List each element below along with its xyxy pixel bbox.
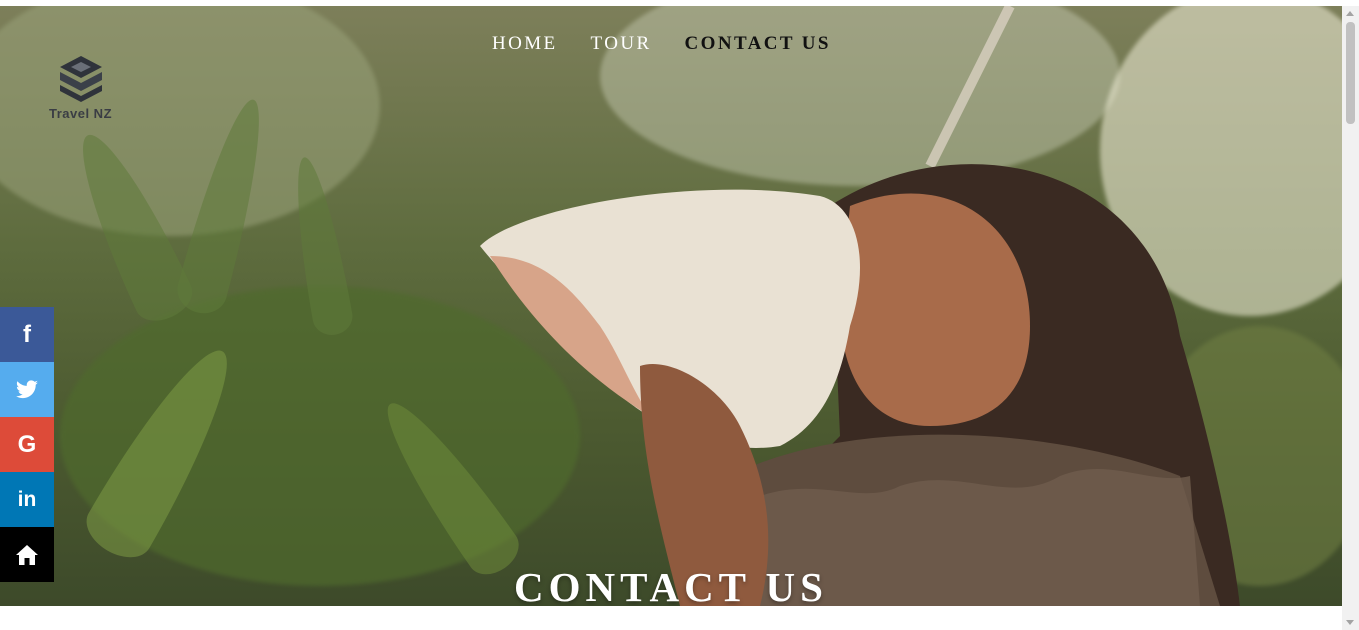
home-icon (16, 544, 38, 565)
woman-with-conch-shell-photo (480, 6, 1240, 606)
scroll-up-arrow[interactable] (1346, 11, 1354, 16)
home-button[interactable] (0, 527, 54, 582)
scrollbar-thumb[interactable] (1346, 22, 1355, 124)
linkedin-icon: in (17, 487, 37, 511)
twitter-icon (16, 379, 38, 398)
logo-text: Travel NZ (48, 106, 113, 121)
nav-home[interactable]: HOME (492, 33, 558, 55)
hero-banner: HOME TOUR CONTACT US Travel NZ CONTACT U… (0, 6, 1342, 606)
twitter-button[interactable] (0, 362, 54, 417)
page-scrollbar[interactable] (1342, 6, 1359, 630)
logo-cube-icon (59, 56, 102, 102)
social-share-bar: f G in (0, 307, 54, 582)
nav-contact-us[interactable]: CONTACT US (685, 33, 831, 55)
google-icon: G (17, 430, 37, 458)
facebook-icon: f (23, 320, 31, 348)
page-title: CONTACT US (514, 564, 828, 606)
facebook-button[interactable]: f (0, 307, 54, 362)
linkedin-button[interactable]: in (0, 472, 54, 527)
scroll-down-arrow[interactable] (1346, 620, 1354, 625)
nav-tour[interactable]: TOUR (591, 33, 652, 55)
main-nav: HOME TOUR CONTACT US (492, 33, 831, 55)
logo[interactable]: Travel NZ (38, 54, 123, 121)
google-button[interactable]: G (0, 417, 54, 472)
